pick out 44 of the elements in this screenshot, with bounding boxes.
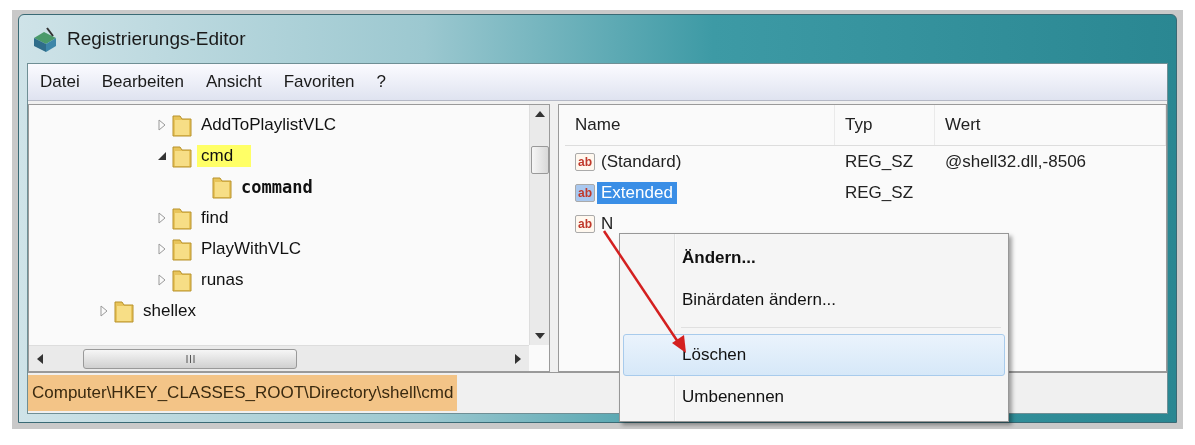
tree-item[interactable]: runas bbox=[197, 268, 262, 291]
scroll-right-icon[interactable] bbox=[515, 353, 521, 364]
table-cell-text: REG_SZ bbox=[844, 182, 915, 203]
tree-item[interactable]: find bbox=[197, 206, 247, 229]
table-cell-text: @shell32.dll,-8506 bbox=[944, 151, 1088, 172]
tree-item[interactable]: AddToPlaylistVLC bbox=[197, 113, 355, 136]
menu-item[interactable]: Datei bbox=[40, 72, 80, 92]
menu-item[interactable]: Ändern... bbox=[623, 237, 1005, 279]
menu-item[interactable]: ? bbox=[376, 72, 386, 92]
value-name[interactable]: N bbox=[597, 212, 618, 235]
table-cell-text: REG_SZ bbox=[844, 151, 915, 172]
string-value-icon: ab bbox=[575, 214, 595, 233]
menu-item[interactable]: Bearbeiten bbox=[101, 72, 184, 92]
menu-item[interactable]: Favoriten bbox=[283, 72, 355, 92]
expand-icon[interactable] bbox=[99, 304, 109, 317]
menu-item[interactable]: Binärdaten ändern... bbox=[623, 279, 1005, 321]
string-value-icon: ab bbox=[575, 183, 595, 202]
scroll-thumb[interactable] bbox=[530, 146, 549, 174]
scroll-left-icon[interactable] bbox=[37, 353, 43, 364]
status-path: Computer\HKEY_CLASSES_ROOT\Directory\shell\cmd bbox=[28, 375, 458, 411]
value-name[interactable]: (Standard) bbox=[597, 150, 686, 173]
expand-icon[interactable] bbox=[157, 242, 167, 255]
scroll-thumb[interactable] bbox=[83, 348, 297, 369]
string-value-icon: ab bbox=[575, 152, 595, 171]
expand-icon[interactable] bbox=[157, 273, 167, 286]
menu-item[interactable]: Löschen bbox=[623, 334, 1005, 376]
tree-item[interactable]: shellex bbox=[139, 299, 214, 322]
tree-item[interactable]: PlayWithVLC bbox=[197, 237, 320, 260]
column-header[interactable]: Name bbox=[565, 105, 835, 145]
window-title: Registrierungs-Editor bbox=[67, 28, 246, 50]
scroll-up-icon[interactable] bbox=[534, 111, 545, 117]
tree-item[interactable]: command bbox=[237, 175, 331, 198]
expand-icon[interactable] bbox=[157, 211, 167, 224]
registry-editor-icon bbox=[31, 26, 59, 52]
grip-icon bbox=[185, 354, 195, 363]
horizontal-scrollbar[interactable] bbox=[29, 345, 529, 371]
column-header[interactable]: Wert bbox=[935, 105, 1166, 145]
menu-item[interactable]: Ansicht bbox=[205, 72, 262, 92]
scroll-down-icon[interactable] bbox=[534, 333, 545, 339]
expand-icon[interactable] bbox=[157, 118, 167, 131]
column-header[interactable]: Typ bbox=[835, 105, 935, 145]
vertical-scrollbar[interactable] bbox=[529, 105, 549, 345]
tree-item[interactable]: cmd bbox=[197, 144, 252, 167]
menu-item[interactable]: Umbenennen bbox=[623, 376, 1005, 418]
